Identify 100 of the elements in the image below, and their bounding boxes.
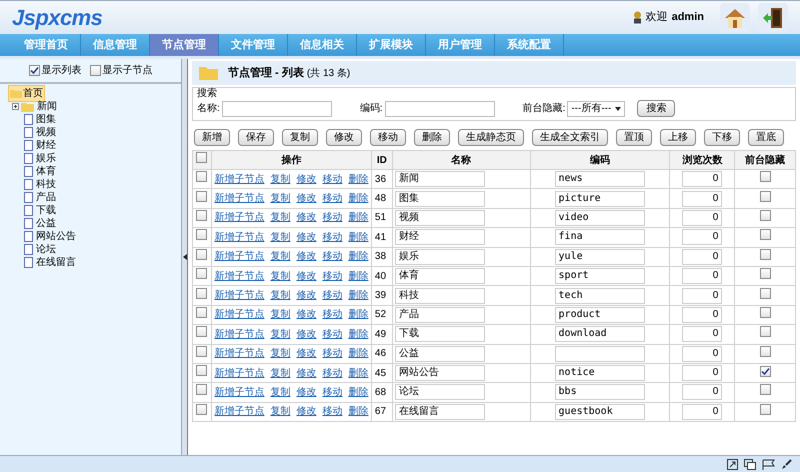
row-checkbox[interactable] [196, 171, 208, 182]
name-field[interactable]: 图集 [394, 190, 485, 207]
toolbar-button[interactable]: 复制 [282, 129, 318, 146]
action-link[interactable]: 修改 [296, 172, 316, 187]
action-link[interactable]: 删除 [348, 307, 368, 322]
name-field[interactable]: 产品 [394, 306, 485, 323]
exit-button[interactable] [758, 2, 788, 32]
action-link[interactable]: 删除 [348, 172, 368, 187]
action-link[interactable]: 修改 [296, 268, 316, 284]
action-link[interactable]: 修改 [296, 288, 316, 304]
checkbox[interactable] [28, 65, 40, 76]
toolbar-button[interactable]: 下移 [704, 129, 740, 146]
expand-icon[interactable] [12, 103, 19, 110]
name-field[interactable]: 娱乐 [394, 248, 485, 265]
code-field[interactable]: bbs [554, 384, 645, 400]
toolbar-button[interactable]: 上移 [660, 129, 696, 146]
checkbox[interactable] [90, 65, 101, 76]
code-field[interactable]: fina [554, 229, 645, 246]
tree-item[interactable]: 在线留言 [35, 255, 77, 270]
hidden-checkbox[interactable] [760, 210, 771, 221]
tree-item[interactable]: 科技 [35, 177, 57, 192]
row-checkbox[interactable] [196, 326, 208, 338]
action-link[interactable]: 复制 [270, 172, 290, 187]
toolbar-button[interactable]: 置底 [748, 129, 784, 146]
code-field[interactable]: tech [554, 288, 645, 304]
action-link[interactable]: 删除 [348, 288, 368, 304]
row-checkbox[interactable] [196, 404, 208, 415]
action-link[interactable]: 新增子节点 [214, 326, 264, 342]
nav-tab[interactable]: 节点管理 [150, 34, 219, 56]
action-link[interactable]: 复制 [270, 288, 290, 304]
name-field[interactable]: 下载 [394, 326, 485, 342]
action-link[interactable]: 修改 [296, 366, 316, 381]
action-link[interactable]: 新增子节点 [214, 404, 264, 420]
action-link[interactable]: 新增子节点 [214, 346, 264, 362]
views-field[interactable]: 0 [682, 190, 722, 207]
tree-item[interactable]: 新闻 [36, 99, 58, 114]
code-field[interactable]: guestbook [554, 404, 645, 420]
views-field[interactable]: 0 [682, 210, 722, 226]
action-link[interactable]: 修改 [296, 230, 316, 245]
tree-item[interactable]: 娱乐 [35, 151, 57, 166]
hidden-checkbox[interactable] [760, 326, 771, 338]
views-field[interactable]: 0 [682, 171, 722, 188]
windows-icon[interactable] [744, 458, 756, 470]
action-link[interactable]: 删除 [348, 346, 368, 362]
hidden-checkbox[interactable] [760, 171, 771, 182]
action-link[interactable]: 复制 [270, 384, 290, 400]
collapse-arrow-icon[interactable] [182, 254, 187, 260]
hidden-checkbox[interactable] [760, 404, 771, 415]
row-checkbox[interactable] [196, 365, 208, 376]
action-link[interactable]: 移动 [322, 210, 342, 226]
name-field[interactable]: 体育 [394, 268, 485, 284]
hidden-checkbox[interactable] [760, 190, 771, 202]
action-link[interactable]: 新增子节点 [214, 366, 264, 381]
hidden-checkbox[interactable] [760, 366, 771, 377]
action-link[interactable]: 修改 [296, 346, 316, 362]
hidden-checkbox[interactable] [760, 288, 771, 299]
row-checkbox[interactable] [196, 229, 208, 240]
name-field[interactable]: 公益 [394, 346, 485, 362]
toolbar-button[interactable]: 生成全文索引 [532, 129, 608, 146]
code-field[interactable]: download [554, 326, 645, 342]
action-link[interactable]: 新增子节点 [214, 210, 264, 226]
toolbar-button[interactable]: 新增 [194, 129, 230, 146]
name-field[interactable]: 网站公告 [394, 365, 485, 382]
action-link[interactable]: 复制 [270, 210, 290, 226]
action-link[interactable]: 新增子节点 [214, 172, 264, 187]
name-field[interactable]: 在线留言 [394, 404, 485, 420]
flag-icon[interactable] [762, 458, 775, 470]
code-field[interactable]: news [554, 171, 645, 188]
action-link[interactable]: 新增子节点 [214, 288, 264, 304]
action-link[interactable]: 新增子节点 [214, 384, 264, 400]
code-field[interactable]: video [554, 210, 645, 226]
row-checkbox[interactable] [196, 210, 208, 221]
row-checkbox[interactable] [196, 248, 208, 260]
action-link[interactable]: 新增子节点 [214, 307, 264, 322]
toolbar-button[interactable]: 保存 [238, 129, 274, 146]
action-link[interactable]: 修改 [296, 191, 316, 206]
tree-root-item[interactable]: 首页 [8, 85, 45, 102]
action-link[interactable]: 新增子节点 [214, 230, 264, 245]
hidden-checkbox[interactable] [760, 306, 771, 318]
action-link[interactable]: 复制 [270, 268, 290, 284]
tree-item[interactable]: 论坛 [35, 242, 57, 257]
action-link[interactable]: 复制 [270, 346, 290, 362]
name-field[interactable]: 论坛 [394, 384, 485, 400]
hidden-checkbox[interactable] [760, 268, 771, 280]
home-button[interactable] [720, 2, 750, 32]
action-link[interactable]: 删除 [348, 366, 368, 381]
action-link[interactable]: 移动 [322, 249, 342, 264]
hidden-select[interactable]: ---所有--- [567, 100, 626, 116]
hidden-checkbox[interactable] [760, 229, 771, 240]
hidden-checkbox[interactable] [760, 384, 771, 396]
action-link[interactable]: 复制 [270, 191, 290, 206]
action-link[interactable]: 新增子节点 [214, 268, 264, 284]
toolbar-button[interactable]: 置顶 [616, 129, 652, 146]
code-search-field[interactable] [384, 100, 495, 116]
tree-item[interactable]: 网站公告 [35, 229, 77, 244]
name-search-field[interactable] [222, 100, 332, 116]
toolbar-button[interactable]: 修改 [326, 129, 362, 146]
action-link[interactable]: 移动 [322, 384, 342, 400]
action-link[interactable]: 删除 [348, 326, 368, 342]
brush-icon[interactable] [781, 458, 792, 470]
